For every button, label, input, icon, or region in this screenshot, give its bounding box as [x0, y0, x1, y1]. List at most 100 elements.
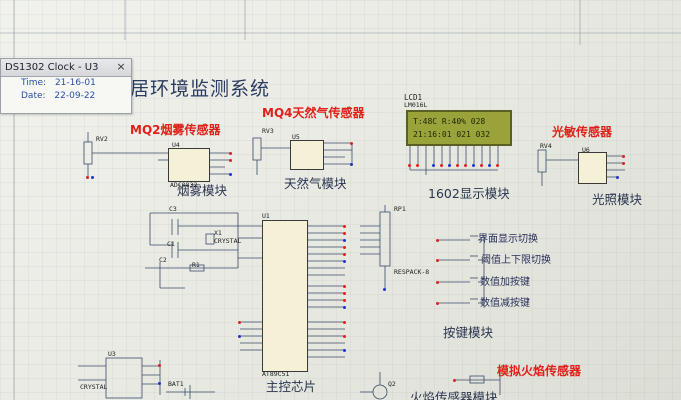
probe-pin-red [229, 152, 232, 155]
button-label-value-increase: 数值加按键 [480, 277, 530, 288]
probe-pin-red [496, 164, 499, 167]
clock-time-key: Time: [21, 78, 47, 88]
rp1-label: RP1 [394, 205, 406, 213]
u6-adc-chip[interactable] [578, 152, 607, 184]
clock-time-value: 21-16-01 [54, 78, 96, 88]
c2-label: C2 [159, 256, 167, 264]
probe-pin-red [350, 142, 353, 145]
mcu-module-label: 主控芯片 [266, 379, 317, 394]
probe-pin-red [436, 259, 439, 262]
probe-pin-blue [229, 173, 232, 176]
r1-label: R1 [192, 261, 200, 269]
probe-pin-red [436, 239, 439, 242]
probe-pin-red [158, 364, 161, 367]
flame-module-label: 火焰传感器模块 [410, 390, 498, 400]
probe-pin-red [440, 164, 443, 167]
probe-pin-red [86, 176, 89, 179]
probe-pin-red [343, 246, 346, 249]
u3-label: U3 [108, 350, 116, 358]
u4-label: U4 [172, 141, 180, 149]
probe-pin-red [343, 321, 346, 324]
probe-pin-red [343, 335, 346, 338]
c3-label: C3 [169, 205, 177, 213]
probe-pin-red [436, 302, 439, 305]
u5-adc-chip[interactable] [290, 140, 324, 170]
probe-pin-blue [616, 176, 619, 179]
clock-date-row: Date: 22-09-22 [1, 90, 131, 103]
q2-label: Q2 [388, 380, 396, 388]
lcd-line-2: 21:16:01 021 032 [413, 130, 491, 139]
probe-pin-blue [343, 239, 346, 242]
probe-pin-red [238, 321, 241, 324]
rv4-label: RV4 [540, 142, 552, 150]
ds1302-window-titlebar[interactable]: DS1302 Clock - U3 × [1, 59, 131, 77]
page-title: 居环境监测系统 [130, 78, 271, 100]
flame-sensor-title: 模拟火焰传感器 [497, 364, 582, 378]
light-module-label: 光照模块 [592, 192, 643, 207]
probe-pin-blue [238, 335, 241, 338]
u5-label: U5 [292, 133, 300, 141]
probe-pin-red [622, 155, 625, 158]
clock-time-row: Time: 21-16-01 [1, 77, 131, 90]
probe-pin-red [408, 164, 411, 167]
u4-model-label: ADC0832 [170, 181, 198, 189]
gas-sensor-title: MQ4天然气传感器 [262, 106, 365, 120]
x1-model-label: CRYSTAL [214, 237, 242, 245]
rv3-label: RV3 [262, 127, 274, 135]
gas-module-label: 天然气模块 [284, 176, 347, 191]
push-button-threshold-switch[interactable] [468, 254, 478, 262]
u1-label: U1 [262, 212, 270, 220]
u1-model-label: AT89C51 [262, 370, 290, 378]
probe-pin-blue [472, 164, 475, 167]
probe-pin-red [343, 285, 346, 288]
probe-pin-red [343, 299, 346, 302]
probe-pin-red [416, 164, 419, 167]
u6-label: U6 [582, 146, 590, 154]
probe-pin-blue [91, 176, 94, 179]
lcd-model-label: LM016L [404, 101, 428, 109]
probe-pin-blue [432, 164, 435, 167]
probe-pin-red [343, 232, 346, 235]
smoke-sensor-title: MQ2烟雾传感器 [130, 123, 221, 137]
rv2-label: RV2 [96, 135, 108, 143]
u1-mcu-chip[interactable] [262, 220, 308, 372]
probe-pin-red [343, 225, 346, 228]
rp1-model-label: RESPACK-8 [394, 268, 430, 276]
bat1-label: BAT1 [168, 380, 184, 388]
x1-label: X1 [214, 229, 222, 237]
probe-pin-red [343, 292, 346, 295]
rv2-potentiometer[interactable] [84, 142, 92, 164]
push-button-value-increase[interactable] [468, 276, 478, 284]
x2-model-label: CRYSTAL [80, 383, 108, 391]
probe-pin-blue [343, 306, 346, 309]
rv3-potentiometer[interactable] [253, 138, 261, 160]
ds1302-window-title: DS1302 Clock - U3 [5, 62, 99, 73]
close-icon[interactable]: × [114, 60, 128, 74]
probe-pin-red [436, 281, 439, 284]
light-sensor-title: 光敏传感器 [552, 125, 613, 139]
probe-pin-blue [343, 260, 346, 263]
rv4-potentiometer[interactable] [538, 150, 546, 172]
schematic-canvas[interactable]: 手 居环境监测系统 DS1302 Clock - U3 × Time: 21-1… [0, 0, 681, 400]
lcd-module-label: 1602显示模块 [428, 186, 510, 201]
probe-pin-red [453, 379, 456, 382]
lcd-line-1: T:48C R:40% 028 [413, 117, 486, 126]
probe-pin-red [456, 164, 459, 167]
u4-adc-chip[interactable] [168, 148, 210, 182]
clock-date-key: Date: [21, 91, 46, 101]
probe-pin-blue [448, 164, 451, 167]
probe-pin-blue [383, 288, 386, 291]
button-label-threshold-switch: 阈值上下限切换 [481, 255, 551, 266]
push-button-display-switch[interactable] [468, 234, 478, 242]
button-label-display-switch: 界面显示切换 [478, 234, 538, 245]
probe-pin-red [464, 164, 467, 167]
ds1302-clock-window[interactable]: DS1302 Clock - U3 × Time: 21-16-01 Date:… [0, 58, 132, 114]
probe-pin-red [229, 159, 232, 162]
probe-pin-red [480, 164, 483, 167]
probe-pin-blue [343, 349, 346, 352]
push-button-value-decrease[interactable] [468, 297, 478, 305]
probe-pin-blue [488, 164, 491, 167]
button-label-value-decrease: 数值减按键 [480, 298, 530, 309]
probe-pin-red [343, 253, 346, 256]
lcd-1602-display[interactable]: T:48C R:40% 028 21:16:01 021 032 [406, 110, 512, 146]
